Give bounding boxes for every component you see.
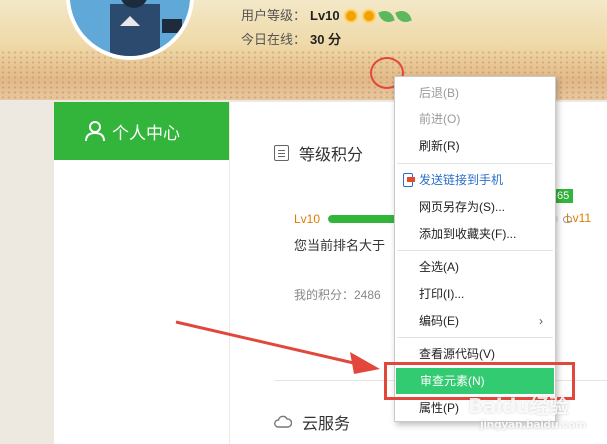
watermark-url: jingyan.baidu.com (480, 418, 586, 431)
watermark-brand: Baidu经验 (468, 394, 569, 418)
annotation-arrow (175, 320, 380, 374)
watermark: Baidu经验 jingyan.baidu.com (468, 390, 586, 431)
